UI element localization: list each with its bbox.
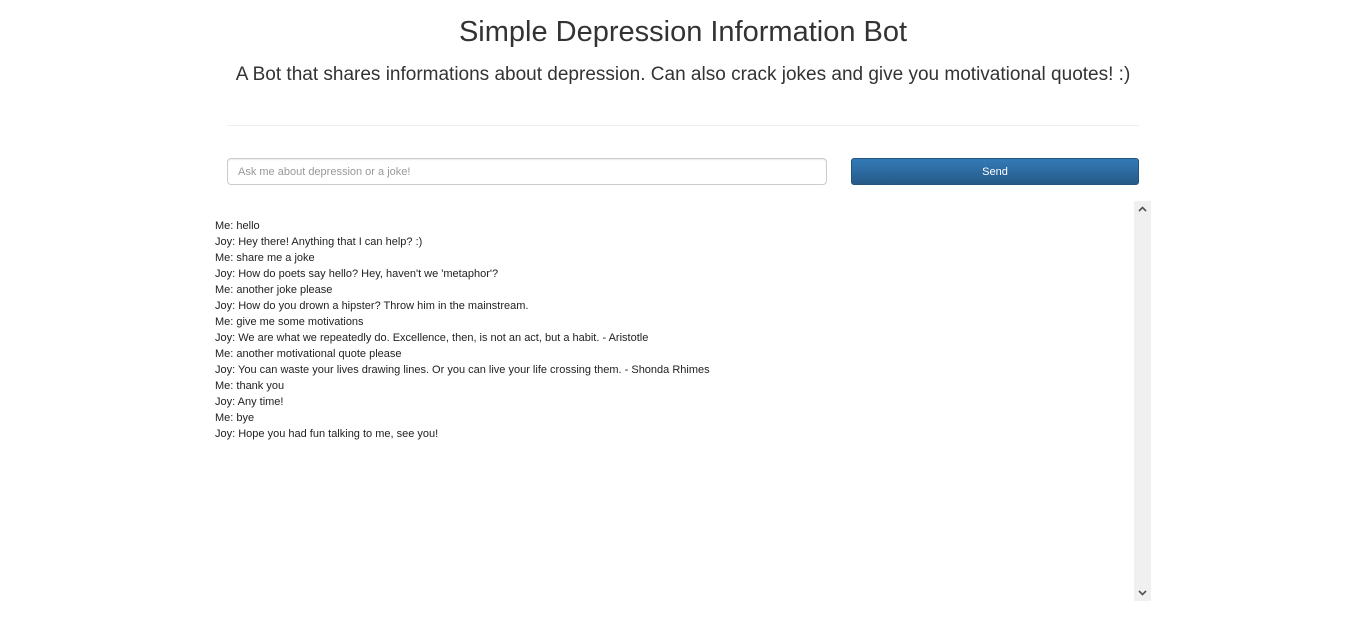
- message-line: Joy: Any time!: [215, 396, 284, 408]
- message-line: Joy: Hope you had fun talking to me, see…: [215, 428, 439, 440]
- message-line: Joy: You can waste your lives drawing li…: [215, 364, 710, 376]
- chevron-up-icon[interactable]: [1134, 201, 1151, 217]
- message-line: Me: bye: [215, 412, 255, 424]
- chat-log-scrollbar[interactable]: [1134, 201, 1151, 601]
- message-line: Joy: Hey there! Anything that I can help…: [215, 236, 423, 248]
- divider: [227, 125, 1139, 126]
- message-line: Me: hello: [215, 220, 260, 232]
- message-list: Me: hello Joy: Hey there! Anything that …: [215, 218, 1125, 442]
- chevron-down-icon[interactable]: [1134, 585, 1151, 601]
- message-line: Me: another motivational quote please: [215, 348, 402, 360]
- message-line: Joy: How do you drown a hipster? Throw h…: [215, 300, 529, 312]
- message-line: Joy: We are what we repeatedly do. Excel…: [215, 332, 649, 344]
- page-title: Simple Depression Information Bot: [458, 16, 908, 48]
- chat-input[interactable]: [227, 158, 827, 185]
- message-line: Joy: How do poets say hello? Hey, haven'…: [215, 268, 499, 280]
- message-line: Me: give me some motivations: [215, 316, 364, 328]
- page-subtitle: A Bot that shares informations about dep…: [235, 64, 1131, 85]
- chat-log: Me: hello Joy: Hey there! Anything that …: [213, 201, 1151, 601]
- message-line: Me: thank you: [215, 380, 285, 392]
- message-line: Me: another joke please: [215, 284, 333, 296]
- message-line: Me: share me a joke: [215, 252, 315, 264]
- send-button[interactable]: Send: [851, 158, 1139, 185]
